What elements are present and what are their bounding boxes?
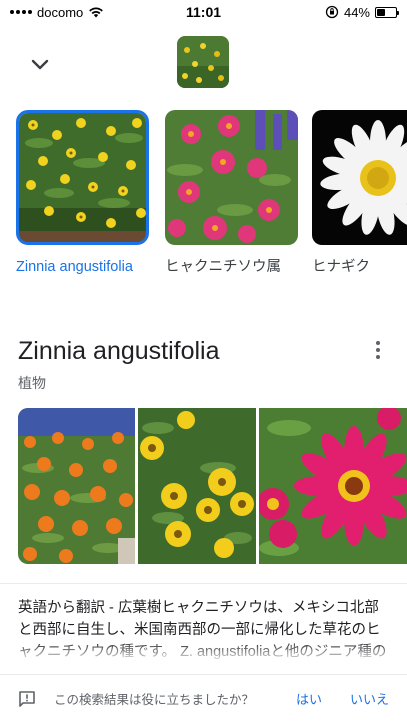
feedback-question: この検索結果は役に立ちましたか？: [54, 693, 255, 707]
image-gallery[interactable]: [18, 408, 407, 564]
signal-icon: [10, 10, 32, 14]
query-image-thumbnail[interactable]: [177, 36, 229, 88]
feedback-bar: この検索結果は役に立ちましたか？ はい いいえ: [0, 674, 407, 722]
status-bar: docomo 11:01 44%: [0, 0, 407, 24]
wifi-icon: [89, 7, 104, 18]
result-title: Zinnia angustifolia: [18, 337, 220, 365]
carousel-card-daisy[interactable]: ヒナギク: [312, 110, 407, 277]
carrier-label: docomo: [37, 4, 84, 20]
status-left: docomo: [10, 5, 104, 20]
chevron-down-icon[interactable]: [28, 52, 52, 76]
card-image: [312, 110, 407, 245]
status-right: 44%: [325, 4, 399, 20]
card-image: [16, 110, 149, 245]
feedback-no-button[interactable]: いいえ: [350, 689, 389, 708]
rotation-lock-icon: [325, 5, 339, 19]
feedback-icon: [19, 690, 35, 707]
gallery-image[interactable]: [18, 408, 135, 564]
gallery-image[interactable]: [138, 408, 256, 564]
status-time: 11:01: [185, 4, 222, 20]
result-subtitle: 植物: [18, 375, 46, 391]
carousel-card-zinnia-genus[interactable]: ヒャクニチソウ属: [165, 110, 298, 277]
card-label: ヒナギク: [312, 259, 370, 275]
description-text: 英語から翻訳 - 広葉樹ヒャクニチソウは、メキシコ北部と西部に自生し、米国南西部…: [18, 597, 390, 663]
related-entities-carousel[interactable]: Zinnia angustifolia ヒャクニチソウ属 ヒナギク: [0, 110, 407, 300]
feedback-yes-button[interactable]: はい: [296, 689, 322, 708]
card-label: ヒャクニチソウ属: [165, 259, 281, 275]
more-vert-icon[interactable]: [366, 338, 390, 362]
divider: [0, 583, 407, 584]
card-label: Zinnia angustifolia: [16, 259, 133, 275]
battery-percent: 44%: [343, 4, 370, 20]
carousel-card-zinnia-angustifolia[interactable]: Zinnia angustifolia: [16, 110, 149, 277]
battery-icon: [375, 6, 399, 18]
card-image: [165, 110, 298, 245]
gallery-image[interactable]: [259, 408, 407, 564]
